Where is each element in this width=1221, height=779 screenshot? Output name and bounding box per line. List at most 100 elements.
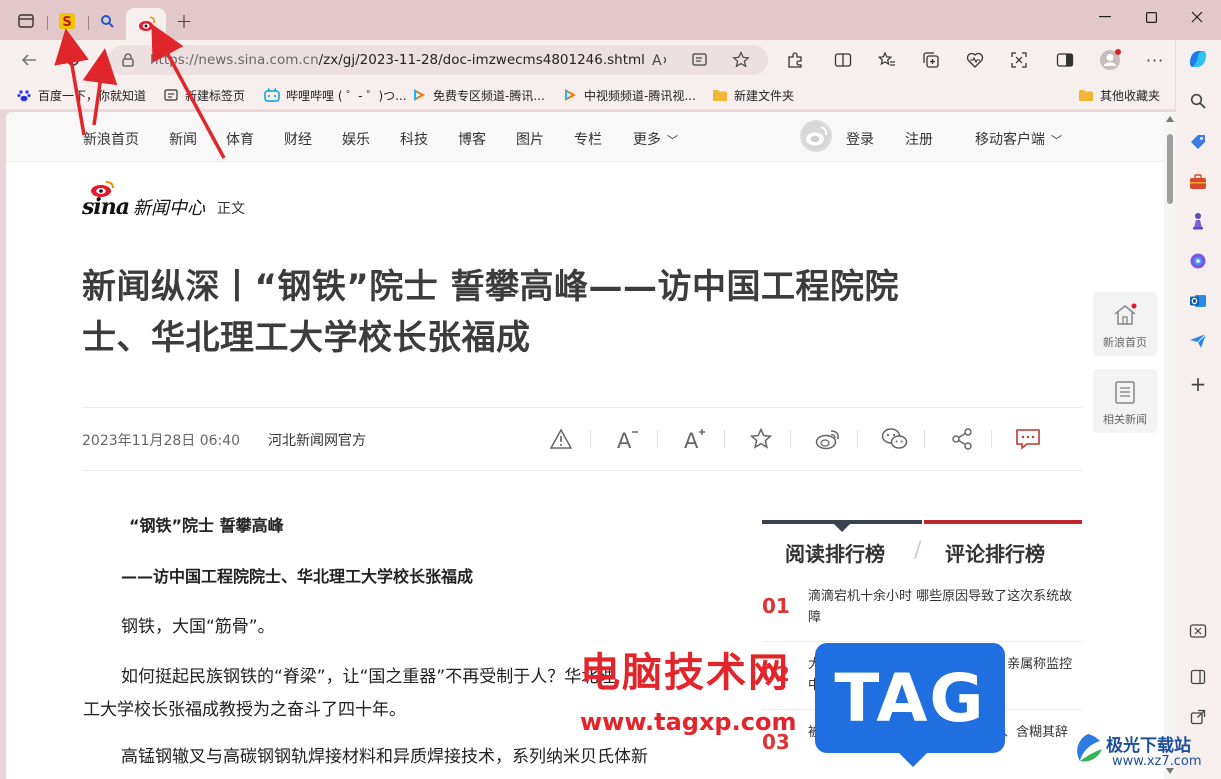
rank-list-item[interactable]: 01 滴滴宕机十余小时 哪些原因导致了这次系统故障 xyxy=(762,582,1082,642)
section-label: 正文 xyxy=(217,201,245,217)
nav-blog[interactable]: 博客 xyxy=(458,129,486,149)
nav-sports[interactable]: 体育 xyxy=(226,129,254,149)
bookmark-tencent-free[interactable]: 免费专区频道-腾讯... xyxy=(411,86,545,104)
extensions-icon[interactable] xyxy=(782,48,808,72)
favorite-star-icon[interactable] xyxy=(728,48,754,72)
scroll-up-arrow-icon[interactable] xyxy=(1166,116,1174,122)
bookmark-label: 中视频频道-腾讯视... xyxy=(584,88,696,103)
sidebar-screenshot-icon[interactable] xyxy=(1187,620,1209,642)
immersive-reader-icon[interactable] xyxy=(688,48,714,72)
comment-icon[interactable] xyxy=(1013,424,1043,454)
read-aloud-icon[interactable]: A xyxy=(648,48,674,72)
rank-title[interactable]: 滴滴宕机十余小时 哪些原因导致了这次系统故障 xyxy=(808,586,1084,628)
meta-separator xyxy=(924,430,925,448)
microsoft-365-icon[interactable] xyxy=(1187,250,1209,272)
back-arrow-icon xyxy=(21,54,36,66)
maximize-button[interactable] xyxy=(1128,6,1174,28)
floating-related-label: 相关新闻 xyxy=(1103,413,1147,426)
article-title-line-2: 士、华北理工大学校长张福成 xyxy=(82,318,531,358)
report-warning-icon[interactable] xyxy=(546,424,576,454)
scrollbar-thumb[interactable] xyxy=(1167,134,1173,204)
other-bookmarks[interactable]: 其他收藏夹 xyxy=(1078,86,1160,104)
new-tab-icon xyxy=(163,87,179,103)
tab-comment-rank[interactable]: 评论排行榜 xyxy=(945,538,1045,567)
bookmark-new-tab[interactable]: 新建标签页 xyxy=(163,86,245,104)
tools-briefcase-icon[interactable] xyxy=(1187,171,1209,193)
favorites-icon[interactable] xyxy=(874,48,900,72)
refresh-icon xyxy=(67,53,79,66)
add-sidebar-app-icon[interactable]: + xyxy=(1187,372,1209,396)
bookmark-baidu[interactable]: 百度一下，你就知道 xyxy=(16,86,146,104)
floating-related-news-button[interactable]: 相关新闻 xyxy=(1093,369,1157,433)
nav-more[interactable]: 更多 ﹀ xyxy=(633,129,678,149)
weibo-share-icon[interactable] xyxy=(813,424,843,454)
font-decrease-icon[interactable]: A xyxy=(613,424,643,454)
active-tab-pointer-icon xyxy=(834,524,850,532)
login-link[interactable]: 登录 xyxy=(846,129,874,149)
floating-home-label: 新浪首页 xyxy=(1103,336,1147,349)
tab-sogou[interactable]: S xyxy=(55,9,79,33)
nav-entertainment[interactable]: 娱乐 xyxy=(342,129,370,149)
address-bar[interactable]: https://news.sina.com.cn/zx/gj/2023-11-2… xyxy=(108,45,768,75)
bookmark-bilibili[interactable]: 哔哩哔哩 ( ゜- ゜)つ... xyxy=(264,86,407,104)
nav-tech[interactable]: 科技 xyxy=(400,129,428,149)
tencent-video-icon xyxy=(411,87,427,103)
nav-news[interactable]: 新闻 xyxy=(169,129,197,149)
nav-sina-home[interactable]: 新浪首页 xyxy=(83,129,139,149)
url-text[interactable]: https://news.sina.com.cn/zx/gj/2023-11-2… xyxy=(150,52,645,68)
watermark-text: 电脑技术网 xyxy=(580,650,790,696)
font-increase-icon[interactable]: A xyxy=(680,424,710,454)
tab-search[interactable] xyxy=(95,9,119,33)
page-scrollbar[interactable] xyxy=(1164,112,1176,779)
send-plane-icon[interactable] xyxy=(1187,330,1209,352)
profile-avatar[interactable] xyxy=(1097,48,1123,72)
tab-separator xyxy=(47,16,48,30)
nav-columns[interactable]: 专栏 xyxy=(574,129,602,149)
article-title: 新闻纵深丨“钢铁”院士 誓攀高峰——访中国工程院院 士、华北理工大学校长张福成 xyxy=(82,262,1062,364)
svg-text:S: S xyxy=(62,15,71,30)
sina-wordmark: sina xyxy=(82,181,130,220)
games-chess-icon[interactable] xyxy=(1187,210,1209,232)
svg-text:A: A xyxy=(617,429,632,451)
new-tab-button[interactable]: + xyxy=(172,9,196,33)
tab-actions-icon[interactable] xyxy=(14,9,38,33)
bilibili-icon xyxy=(264,87,280,103)
floating-sina-home-button[interactable]: 新浪首页 xyxy=(1093,292,1157,356)
close-window-button[interactable] xyxy=(1174,6,1220,28)
favorite-star-icon[interactable] xyxy=(746,424,776,454)
share-icon[interactable] xyxy=(947,424,977,454)
register-link[interactable]: 注册 xyxy=(905,129,933,149)
copilot-icon[interactable] xyxy=(1187,48,1209,70)
refresh-button[interactable] xyxy=(60,48,86,72)
tab-reading-rank[interactable]: 阅读排行榜 xyxy=(785,538,885,567)
browser-essentials-icon[interactable] xyxy=(962,48,988,72)
collections-icon[interactable] xyxy=(918,48,944,72)
outlook-icon[interactable] xyxy=(1187,290,1209,312)
sidebar-toggle-icon[interactable] xyxy=(1052,48,1078,72)
sidebar-layout-icon[interactable] xyxy=(1187,666,1209,688)
nav-pictures[interactable]: 图片 xyxy=(516,129,544,149)
screenshot-icon[interactable] xyxy=(1006,48,1032,72)
shopping-tag-icon[interactable] xyxy=(1187,131,1209,153)
sina-news-logo[interactable]: sina 新闻中心 正文 xyxy=(82,181,245,220)
nav-finance[interactable]: 财经 xyxy=(284,129,312,149)
rank-tab-divider: / xyxy=(914,538,922,563)
article-subtitle-2: ——访中国工程院院士、华北理工大学校长张福成 xyxy=(121,567,474,586)
minimize-button[interactable] xyxy=(1082,6,1128,28)
wechat-share-icon[interactable] xyxy=(880,424,910,454)
tab-sina-news[interactable] xyxy=(126,8,166,40)
home-icon xyxy=(1114,303,1137,325)
mobile-client-dropdown[interactable]: 移动客户端 ﹀ xyxy=(975,129,1062,149)
article-source[interactable]: 河北新闻网官方 xyxy=(268,430,366,450)
bookmark-tencent-mid[interactable]: 中视频频道-腾讯视... xyxy=(562,86,696,104)
more-menu-icon[interactable]: ··· xyxy=(1142,48,1168,72)
folder-icon xyxy=(1078,87,1094,103)
meta-separator xyxy=(724,430,725,448)
login-avatar-icon[interactable] xyxy=(800,120,832,152)
back-button[interactable] xyxy=(16,48,42,72)
split-screen-icon[interactable] xyxy=(830,48,856,72)
bookmark-folder[interactable]: 新建文件夹 xyxy=(712,86,794,104)
search-favicon-icon xyxy=(101,15,114,28)
open-external-icon[interactable] xyxy=(1187,706,1209,728)
search-icon[interactable] xyxy=(1187,90,1209,112)
